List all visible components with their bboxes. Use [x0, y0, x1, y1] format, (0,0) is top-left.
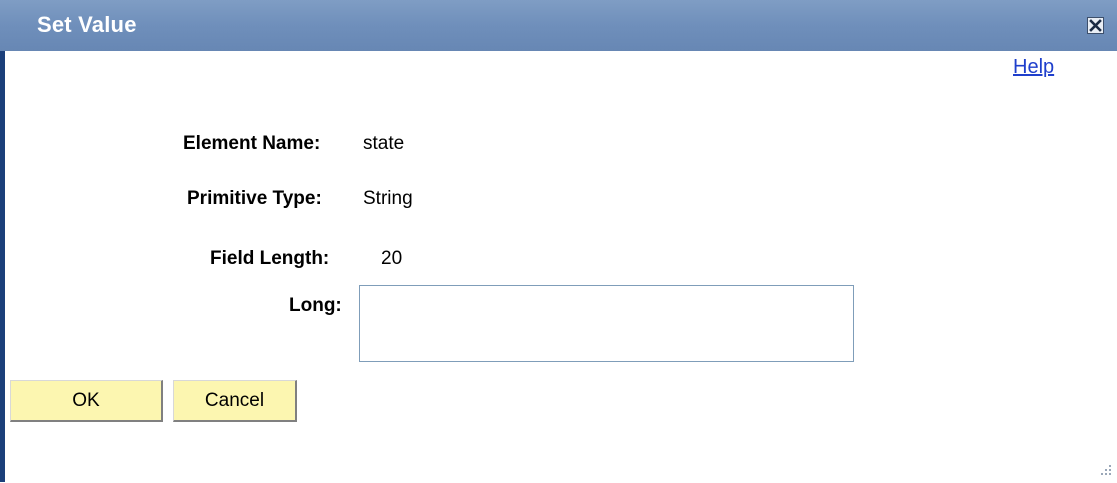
element-name-value: state — [363, 133, 405, 154]
cancel-button[interactable]: Cancel — [173, 380, 297, 422]
resize-grip-icon[interactable] — [1097, 462, 1113, 478]
primitive-type-value: String — [363, 188, 413, 209]
close-button[interactable] — [1087, 17, 1104, 34]
close-icon — [1089, 19, 1102, 32]
dialog-title: Set Value — [37, 12, 137, 37]
element-name-label: Element Name: — [183, 133, 321, 154]
long-input[interactable] — [359, 285, 854, 362]
long-label: Long: — [289, 295, 342, 316]
ok-button[interactable]: OK — [10, 380, 163, 422]
field-length-label: Field Length: — [210, 248, 330, 269]
primitive-type-label: Primitive Type: — [187, 188, 322, 209]
left-border-rule — [0, 51, 5, 482]
field-length-value: 20 — [381, 248, 403, 269]
dialog-titlebar[interactable]: Set Value — [0, 0, 1117, 51]
set-value-dialog: Set Value Help Element Name: state Primi… — [0, 0, 1117, 482]
help-link[interactable]: Help — [1013, 56, 1054, 79]
